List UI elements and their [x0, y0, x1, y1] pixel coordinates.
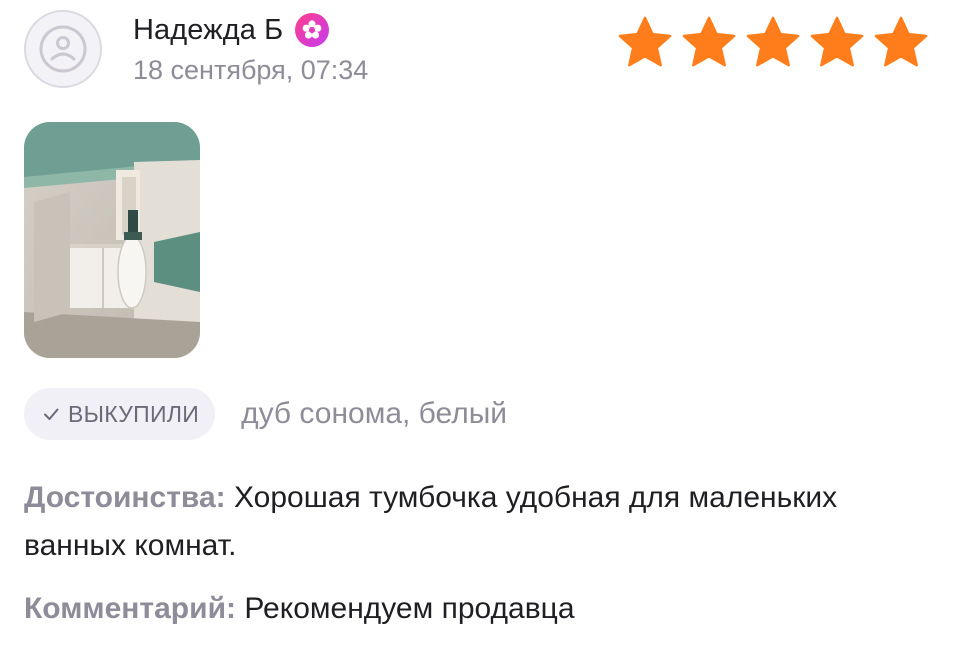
review-date: 18 сентября, 07:34	[133, 55, 369, 85]
avatar[interactable]	[24, 10, 102, 88]
pros-label: Достоинства:	[24, 481, 226, 514]
review-photo[interactable]	[24, 122, 200, 358]
star-icon	[682, 16, 736, 67]
checkmark-icon	[44, 408, 59, 420]
star-icon	[618, 16, 672, 67]
comment-section: Комментарий: Рекомендуем продавца	[24, 585, 924, 633]
purchased-label: ВЫКУПИЛИ	[68, 400, 200, 427]
star-icon	[746, 16, 800, 67]
rating-stars	[616, 14, 930, 72]
author-row: Надежда Б	[133, 10, 330, 50]
user-avatar-icon	[39, 25, 87, 73]
author-name[interactable]: Надежда Б	[133, 14, 283, 47]
flower-badge-icon[interactable]	[295, 13, 330, 47]
comment-text: Рекомендуем продавца	[244, 592, 575, 625]
product-variant: дуб сонома, белый	[241, 397, 508, 430]
pros-section: Достоинства: Хорошая тумбочка удобная дл…	[24, 474, 924, 570]
comment-label: Комментарий:	[24, 592, 237, 625]
star-icon	[874, 16, 928, 67]
tag-row: ВЫКУПИЛИ дуб сонома, белый	[24, 387, 507, 441]
star-icon	[810, 16, 864, 67]
purchased-badge: ВЫКУПИЛИ	[24, 388, 216, 440]
